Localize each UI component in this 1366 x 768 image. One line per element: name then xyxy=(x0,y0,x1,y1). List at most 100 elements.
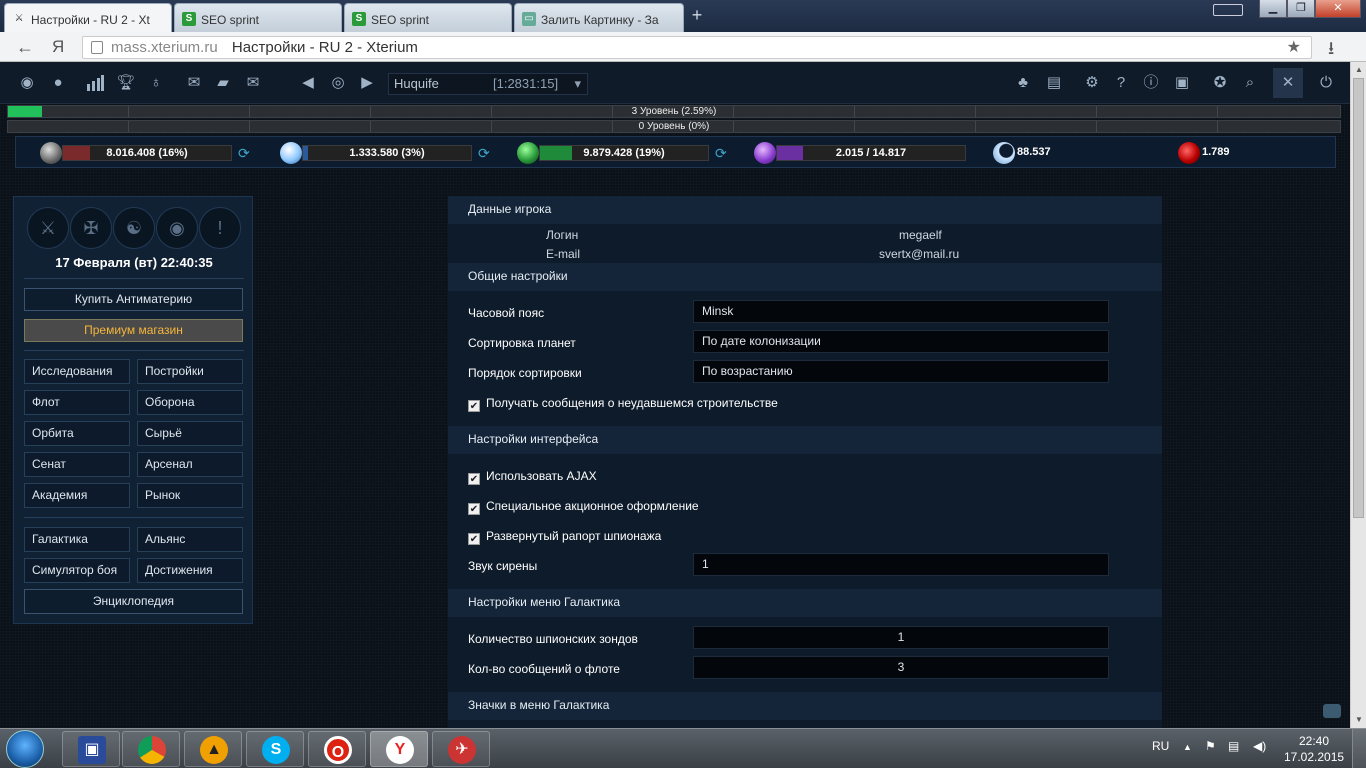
menu-fleet[interactable]: Флот xyxy=(24,390,130,415)
messages-icon[interactable]: ▰ xyxy=(212,72,234,94)
page-scrollbar[interactable]: ▲ ▼ xyxy=(1350,62,1366,728)
menu-orbit[interactable]: Орбита xyxy=(24,421,130,446)
antimatter-icon xyxy=(1178,142,1200,164)
start-button[interactable] xyxy=(6,730,44,768)
system-clock[interactable]: 22:40 17.02.2015 xyxy=(1284,733,1344,765)
checkbox-checked-icon[interactable]: ✔ xyxy=(468,400,480,412)
alliance-icon[interactable]: ♣ xyxy=(1012,72,1034,94)
checkbox-checked-icon[interactable]: ✔ xyxy=(468,533,480,545)
help-icon[interactable]: ? xyxy=(1110,72,1132,94)
planet-list-icon[interactable]: ◎ xyxy=(327,72,349,94)
medal-icon[interactable]: ♁ xyxy=(145,72,167,94)
mail-icon[interactable]: ✉ xyxy=(242,72,264,94)
menu-defense[interactable]: Оборона xyxy=(137,390,243,415)
tray-expand-icon[interactable]: ▲ xyxy=(1183,742,1192,752)
buy-antimatter-button[interactable]: Купить Антиматерию xyxy=(24,288,243,311)
eye-icon[interactable]: ◉ xyxy=(156,207,198,249)
metal-icon xyxy=(40,142,62,164)
menu-research[interactable]: Исследования xyxy=(24,359,130,384)
scroll-thumb[interactable] xyxy=(1353,78,1364,518)
bookmark-star-icon[interactable]: ★ xyxy=(1287,37,1301,58)
scroll-down-icon[interactable]: ▼ xyxy=(1351,712,1366,728)
info-icon[interactable]: ⓘ xyxy=(1140,72,1162,94)
new-tab-button[interactable]: + xyxy=(686,6,708,26)
menu-alliance[interactable]: Альянс xyxy=(137,527,243,552)
menu-galaxy[interactable]: Галактика xyxy=(24,527,130,552)
flag-icon[interactable]: ⚑ xyxy=(1205,739,1216,753)
taskbar-yandex-browser[interactable]: Y xyxy=(370,731,428,767)
refresh-icon[interactable]: ⟳ xyxy=(715,145,727,162)
sword-icon[interactable]: ⚔ xyxy=(27,207,69,249)
menu-market[interactable]: Рынок xyxy=(137,483,243,508)
refresh-icon[interactable]: ⟳ xyxy=(238,145,250,162)
menu-buildings[interactable]: Постройки xyxy=(137,359,243,384)
planet-icon[interactable]: ● xyxy=(47,72,69,94)
menu-arsenal[interactable]: Арсенал xyxy=(137,452,243,477)
yandex-icon[interactable]: Я xyxy=(52,37,64,57)
yin-yang-icon[interactable]: ☯ xyxy=(113,207,155,249)
scroll-up-icon[interactable]: ▲ xyxy=(1351,62,1366,78)
language-indicator[interactable]: RU xyxy=(1152,739,1169,753)
menu-achievements[interactable]: Достижения xyxy=(137,558,243,583)
maximize-button[interactable]: ❐ xyxy=(1287,0,1315,18)
minimize-button[interactable]: ▁ xyxy=(1259,0,1287,18)
taskbar-skype[interactable]: S xyxy=(246,731,304,767)
timezone-select[interactable]: Minsk xyxy=(693,300,1109,323)
notes-icon[interactable]: ▤ xyxy=(1043,72,1065,94)
tab-settings[interactable]: ⚔ Настройки - RU 2 - Xt xyxy=(4,3,172,32)
url-input[interactable]: mass.xterium.ru Настройки - RU 2 - Xteri… xyxy=(82,36,1312,59)
refresh-icon[interactable]: ⟳ xyxy=(478,145,490,162)
url-host: mass.xterium.ru xyxy=(111,39,218,56)
next-planet-icon[interactable]: ▶ xyxy=(356,72,378,94)
screen-icon[interactable]: ▣ xyxy=(1171,72,1193,94)
tab-image-upload[interactable]: ▭ Залить Картинку - За xyxy=(514,3,684,32)
alert-icon[interactable]: ! xyxy=(199,207,241,249)
encyclopedia-button[interactable]: Энциклопедия xyxy=(24,589,243,614)
premium-shop-button[interactable]: Премиум магазин xyxy=(24,319,243,342)
taskbar-app[interactable]: ✈ xyxy=(432,731,490,767)
search-icon[interactable]: ⌕ xyxy=(1239,72,1261,94)
siren-label: Звук сирены xyxy=(468,559,538,573)
fleet-msgs-input[interactable]: 3 xyxy=(693,656,1109,679)
checkbox-checked-icon[interactable]: ✔ xyxy=(468,503,480,515)
stats-icon[interactable] xyxy=(84,72,106,94)
chat-icon[interactable]: ✉ xyxy=(183,72,205,94)
section-galaxy-icons: Значки в меню Галактика xyxy=(448,692,1162,720)
power-icon[interactable]: ⏻ xyxy=(1315,72,1337,94)
taskbar-aimp[interactable]: ▲ xyxy=(184,731,242,767)
gear-icon[interactable]: ⚙ xyxy=(1081,72,1103,94)
expanded-spy-checkbox[interactable]: ✔ Развернутый рапорт шпионажа xyxy=(468,529,661,545)
planet-selector[interactable]: Huquife [1:2831:15] ▾ xyxy=(388,73,588,95)
siren-input[interactable]: 1 xyxy=(693,553,1109,576)
back-arrow-icon[interactable]: ← xyxy=(16,37,34,58)
sort-planets-select[interactable]: По дате колонизации xyxy=(693,330,1109,353)
chat-bubble-icon[interactable] xyxy=(1323,704,1341,718)
menu-academy[interactable]: Академия xyxy=(24,483,130,508)
volume-icon[interactable]: ◀) xyxy=(1253,739,1266,753)
taskbar-chrome[interactable] xyxy=(122,731,180,767)
eye-icon[interactable]: ◉ xyxy=(16,72,38,94)
taskbar-save-app[interactable]: ▣ xyxy=(62,731,120,767)
tab-seo-sprint-2[interactable]: S SEO sprint xyxy=(344,3,512,32)
lock-icon xyxy=(91,41,103,54)
menu-resources[interactable]: Сырьё xyxy=(137,421,243,446)
support-icon[interactable]: ✪ xyxy=(1209,72,1231,94)
probes-input[interactable]: 1 xyxy=(693,626,1109,649)
user-profile-icon[interactable] xyxy=(1213,4,1243,16)
trophy-icon[interactable]: 🏆︎ xyxy=(115,72,137,94)
tab-seo-sprint-1[interactable]: S SEO sprint xyxy=(174,3,342,32)
checkbox-checked-icon[interactable]: ✔ xyxy=(468,473,480,485)
show-desktop-button[interactable] xyxy=(1352,729,1366,768)
network-icon[interactable]: ▤ xyxy=(1228,739,1239,753)
ajax-checkbox[interactable]: ✔ Использовать AJAX xyxy=(468,469,597,485)
crossed-icon[interactable]: ✠ xyxy=(70,207,112,249)
menu-senate[interactable]: Сенат xyxy=(24,452,130,477)
sort-order-select[interactable]: По возрастанию xyxy=(693,360,1109,383)
prev-planet-icon[interactable]: ◀ xyxy=(297,72,319,94)
special-design-checkbox[interactable]: ✔ Специальное акционное оформление xyxy=(468,499,699,515)
menu-battle-simulator[interactable]: Симулятор боя xyxy=(24,558,130,583)
taskbar-opera[interactable]: O xyxy=(308,731,366,767)
tools-icon[interactable]: ✕ xyxy=(1273,68,1303,98)
close-window-button[interactable]: ✕ xyxy=(1315,0,1361,18)
build-fail-checkbox[interactable]: ✔ Получать сообщения о неудавшемся строит… xyxy=(468,396,778,412)
